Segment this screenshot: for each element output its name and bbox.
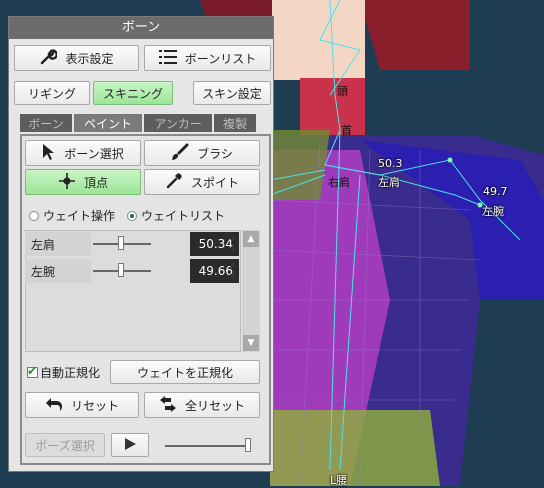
cursor-arrow-icon <box>42 143 56 164</box>
skin-settings-button[interactable]: スキン設定 <box>193 81 271 105</box>
skinning-label: スキニング <box>102 86 163 101</box>
radio-dot-selected <box>127 210 137 221</box>
list-icon <box>158 49 177 68</box>
tab-bone[interactable]: ボーン <box>20 114 72 132</box>
weight-operation-radio[interactable]: ウェイト操作 <box>29 207 115 224</box>
normalize-weights-button[interactable]: ウェイトを正規化 <box>110 360 260 384</box>
wrench-icon <box>39 48 59 69</box>
pose-timeline-slider[interactable] <box>165 445 251 447</box>
pose-select-button[interactable]: ポーズ選択 <box>25 433 105 457</box>
scroll-up-icon[interactable]: ▲ <box>243 231 259 247</box>
skin-settings-label: スキン設定 <box>202 86 262 101</box>
reset-button[interactable]: リセット <box>25 392 139 418</box>
weight-row-name: 左腕 <box>25 259 91 283</box>
play-icon <box>123 437 137 454</box>
tab-paint[interactable]: ペイント <box>74 114 142 132</box>
tab-duplicate[interactable]: 複製 <box>214 114 256 132</box>
checkbox-checked-icon <box>27 364 38 378</box>
display-settings-label: 表示設定 <box>65 51 114 66</box>
bone-select-label: ボーン選択 <box>64 146 124 161</box>
auto-normalize-checkbox[interactable]: 自動正規化 <box>27 364 100 381</box>
face-mesh <box>272 0 365 80</box>
reset-all-button[interactable]: 全リセット <box>144 392 260 418</box>
eyedropper-icon <box>165 172 183 193</box>
bone-list-label: ボーンリスト <box>184 51 257 66</box>
reset-all-label: 全リセット <box>184 398 245 413</box>
bone-label-right-shoulder: 右肩 <box>328 176 350 189</box>
weight-paint-low <box>270 410 440 486</box>
bone-label-left-shoulder: 左肩 <box>378 176 400 189</box>
undo-arrow-icon <box>45 396 63 415</box>
reset-all-icon <box>159 395 177 416</box>
eyedropper-label: スポイト <box>190 175 239 190</box>
weight-list-label: ウェイトリスト <box>141 209 226 223</box>
weight-slider-thumb[interactable] <box>118 263 124 277</box>
weight-list-scrollbar[interactable]: ▲ ▼ <box>242 230 260 352</box>
panel-title: ボーン <box>9 17 273 39</box>
weight-row-name: 左肩 <box>25 232 91 256</box>
bone-label-head: 頭 <box>337 85 348 98</box>
pose-select-label: ポーズ選択 <box>35 438 95 453</box>
shoulder-weight <box>270 130 330 200</box>
rigging-label: リギング <box>27 86 76 101</box>
vertex-label: 頂点 <box>83 175 108 190</box>
pose-timeline-thumb[interactable] <box>245 438 251 452</box>
rigging-mode-button[interactable]: リギング <box>14 81 90 105</box>
spin-up-icon[interactable]: ▲ <box>226 232 240 242</box>
bone-panel: ボーン 表示設定 ボーンリスト リギング スキニング スキン設定 ボーン ペイン… <box>8 16 274 472</box>
normalize-weights-label: ウェイトを正規化 <box>136 365 233 380</box>
auto-normalize-label: 自動正規化 <box>40 366 101 380</box>
vertex-button[interactable]: 頂点 <box>25 169 141 195</box>
bone-label-left-arm: 左腕 <box>482 205 504 218</box>
weight-list-radio[interactable]: ウェイトリスト <box>127 207 225 224</box>
spin-down-icon[interactable]: ▼ <box>226 272 240 282</box>
brush-button[interactable]: ブラシ <box>144 140 260 166</box>
weight-slider-thumb[interactable] <box>118 236 124 250</box>
bone-label-neck: 首 <box>341 124 352 137</box>
play-button[interactable] <box>111 433 149 457</box>
bone-joint[interactable] <box>447 157 453 163</box>
weight-value-left-arm: 49.7 <box>483 185 508 198</box>
brush-label: ブラシ <box>197 146 233 161</box>
weight-value-left-shoulder: 50.3 <box>378 157 403 170</box>
reset-label: リセット <box>70 398 119 413</box>
bone-list-button[interactable]: ボーンリスト <box>144 45 271 71</box>
tab-anchor[interactable]: アンカー <box>144 114 212 132</box>
vertex-crosshair-icon <box>58 172 76 193</box>
weight-operation-label: ウェイト操作 <box>43 209 116 223</box>
scroll-down-icon[interactable]: ▼ <box>243 335 259 351</box>
skinning-mode-button[interactable]: スキニング <box>93 81 173 105</box>
display-settings-button[interactable]: 表示設定 <box>14 45 139 71</box>
radio-dot <box>29 210 39 221</box>
brush-icon <box>171 143 189 164</box>
eyedropper-button[interactable]: スポイト <box>144 169 260 195</box>
spin-down-icon[interactable]: ▼ <box>226 245 240 255</box>
bone-select-button[interactable]: ボーン選択 <box>25 140 141 166</box>
spin-up-icon[interactable]: ▲ <box>226 259 240 269</box>
